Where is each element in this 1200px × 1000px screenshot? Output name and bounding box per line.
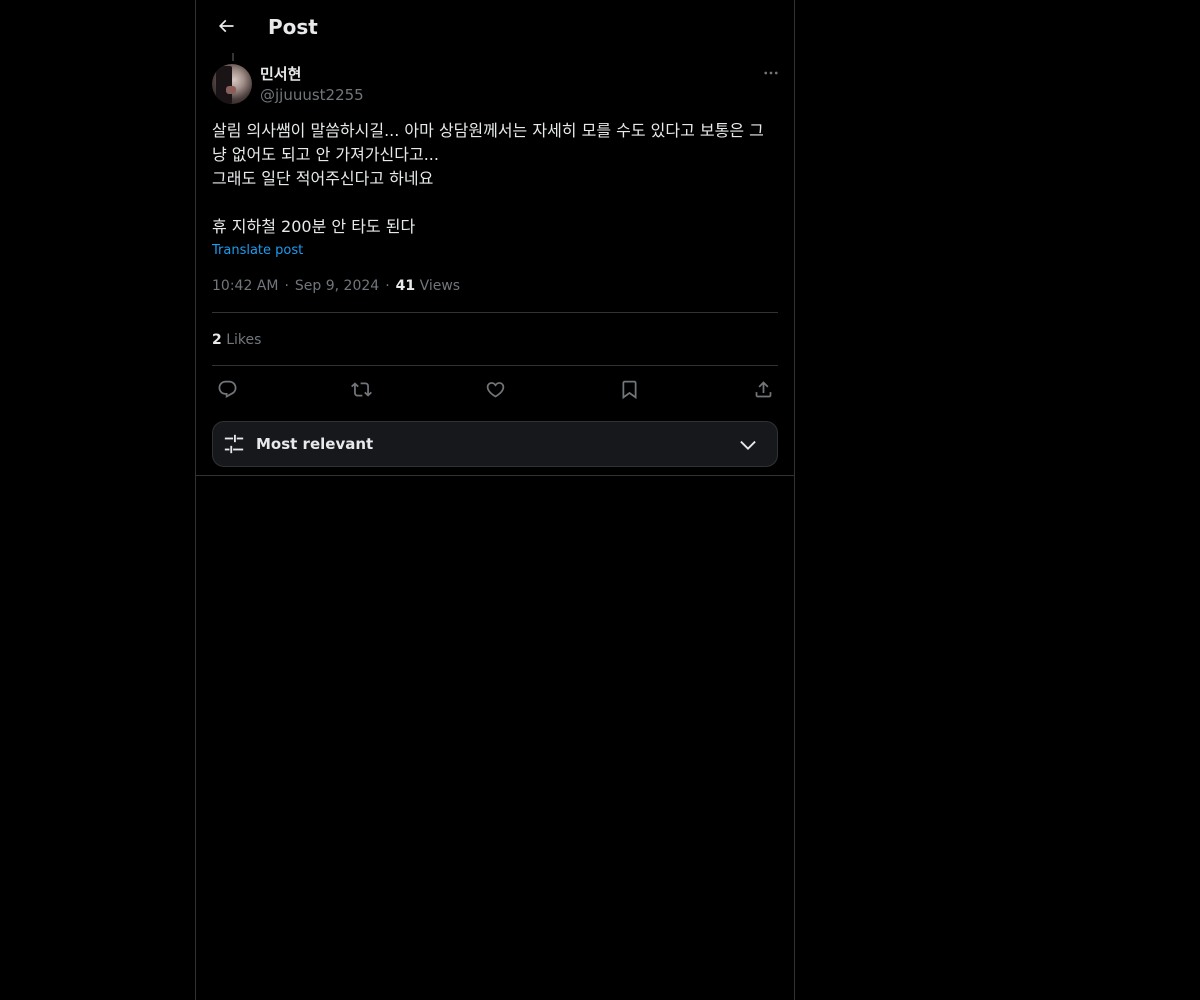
author-display-name[interactable]: 민서현 [260, 64, 364, 84]
share-icon [755, 380, 771, 397]
replies-sort-dropdown[interactable]: Most relevant [212, 421, 778, 467]
post-author: 민서현 @jjuuust2255 [260, 64, 364, 105]
post-actions-bar [212, 373, 778, 405]
post-meta: 10:42 AM · Sep 9, 2024 · 41 Views [212, 276, 460, 296]
divider [212, 365, 778, 366]
repost-button[interactable] [345, 373, 377, 405]
post-date[interactable]: Sep 9, 2024 [295, 278, 379, 294]
main-column: Post 민서현 @jjuuust2255 살림 의사쌤이 말씀하시길... 아… [195, 0, 795, 1000]
views-label: Views [419, 278, 461, 294]
meta-separator: · [385, 278, 390, 294]
reply-button[interactable] [211, 373, 243, 405]
avatar-hand [226, 86, 236, 94]
reply-icon [218, 380, 236, 398]
translate-post-link[interactable]: Translate post [212, 242, 303, 260]
divider [212, 312, 778, 313]
heart-icon [486, 381, 504, 398]
avatar[interactable] [212, 64, 252, 104]
sliders-icon [224, 434, 244, 454]
section-divider [196, 475, 794, 476]
author-handle[interactable]: @jjuuust2255 [260, 85, 364, 105]
bookmark-button[interactable] [613, 373, 645, 405]
likes-summary[interactable]: 2 Likes [212, 330, 261, 350]
bookmark-icon [622, 380, 636, 399]
more-options-button[interactable] [756, 58, 786, 88]
views-count: 41 [395, 278, 416, 294]
page-header: Post [196, 0, 794, 53]
share-button[interactable] [747, 373, 779, 405]
post-text: 살림 의사쌤이 말씀하시길... 아마 상담원께서는 자세히 모를 수도 있다고… [212, 121, 764, 236]
page-title: Post [268, 15, 318, 39]
chevron-down-icon [740, 440, 756, 450]
back-button[interactable] [208, 8, 244, 44]
like-button[interactable] [479, 373, 511, 405]
likes-label: Likes [226, 332, 262, 348]
repost-icon [350, 381, 372, 397]
more-horizontal-icon [764, 71, 778, 75]
likes-count: 2 [212, 332, 222, 348]
sort-label: Most relevant [256, 435, 374, 453]
thread-connector-line [232, 53, 234, 61]
meta-separator: · [284, 278, 289, 294]
arrow-left-icon [218, 19, 234, 33]
avatar-hair [216, 66, 232, 104]
post-time[interactable]: 10:42 AM [212, 278, 278, 294]
